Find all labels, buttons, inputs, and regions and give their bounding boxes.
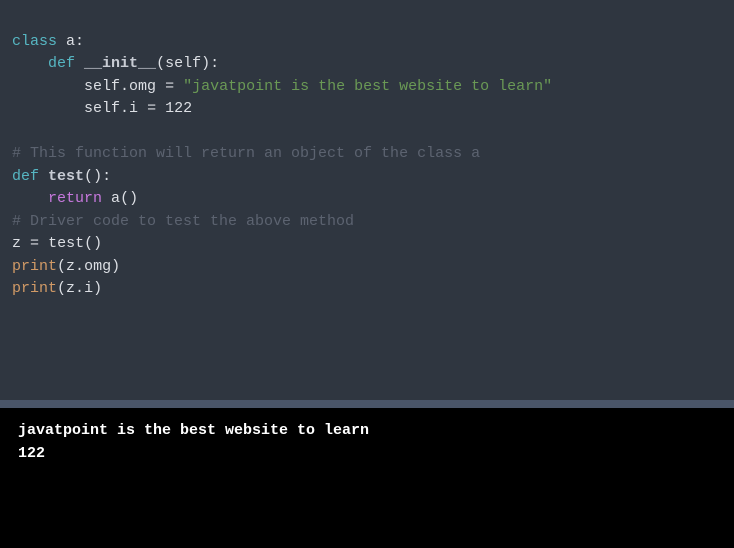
keyword-def: def: [48, 55, 75, 72]
keyword-return: return: [48, 190, 102, 207]
string-literal: "javatpoint is the best website to learn…: [183, 78, 552, 95]
output-console[interactable]: javatpoint is the best website to learn …: [0, 408, 734, 548]
dunder-init: __init__: [84, 55, 156, 72]
function-name: test: [48, 168, 84, 185]
pane-divider[interactable]: [0, 400, 734, 408]
code-line: self.omg = "javatpoint is the best websi…: [12, 78, 552, 95]
code-line: z = test(): [12, 235, 102, 252]
code-line: def test():: [12, 168, 111, 185]
code-line: return a(): [12, 190, 138, 207]
keyword-class: class: [12, 33, 57, 50]
code-line: # This function will return an object of…: [12, 145, 480, 162]
code-line: class a:: [12, 33, 84, 50]
code-line: print(z.omg): [12, 258, 120, 275]
code-line: self.i = 122: [12, 100, 192, 117]
code-line: def __init__(self):: [12, 55, 219, 72]
output-line: 122: [18, 445, 45, 462]
code-editor[interactable]: class a: def __init__(self): self.omg = …: [0, 0, 734, 400]
class-name: a: [66, 33, 75, 50]
code-line: print(z.i): [12, 280, 102, 297]
comment: # This function will return an object of…: [12, 145, 480, 162]
output-line: javatpoint is the best website to learn: [18, 422, 369, 439]
comment: # Driver code to test the above method: [12, 213, 354, 230]
keyword-def: def: [12, 168, 39, 185]
code-line: # Driver code to test the above method: [12, 213, 354, 230]
number-literal: 122: [165, 100, 192, 117]
